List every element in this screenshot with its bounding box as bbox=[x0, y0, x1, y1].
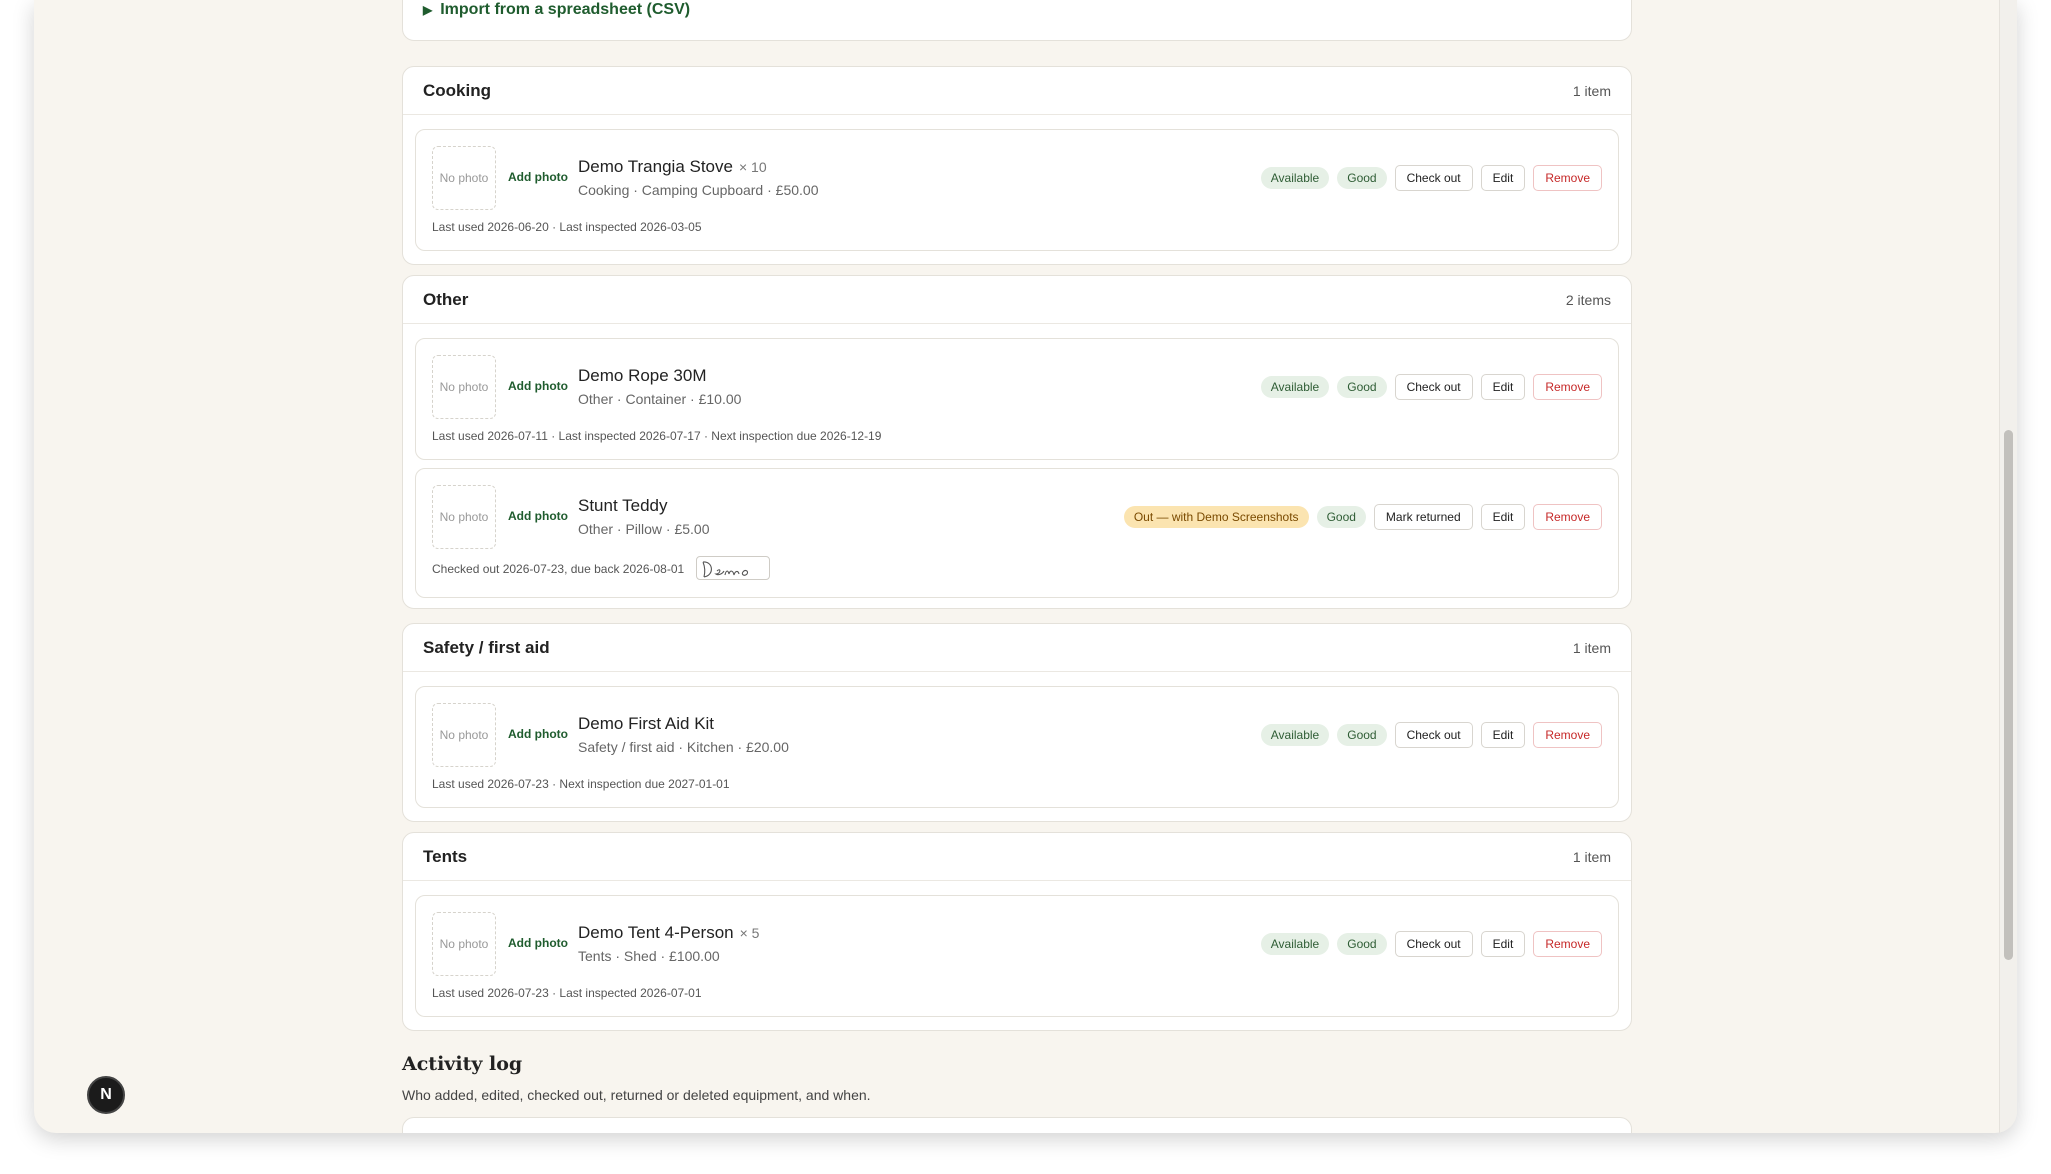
list-item: No photo Add photo Demo Rope 30M Other ·… bbox=[415, 338, 1619, 460]
add-photo-button[interactable]: Add photo bbox=[508, 936, 568, 950]
status-badge: Available bbox=[1260, 724, 1330, 746]
app-window: ▶ Import from a spreadsheet (CSV) Cooking… bbox=[34, 0, 2017, 1133]
item-name: Demo First Aid Kit bbox=[578, 714, 715, 733]
csv-import-card: ▶ Import from a spreadsheet (CSV) bbox=[402, 0, 1632, 41]
item-usage-info: Last used 2026-06-20 · Last inspected 20… bbox=[432, 220, 702, 234]
check-out-button[interactable]: Check out bbox=[1394, 931, 1473, 957]
section-title: Other bbox=[423, 289, 469, 309]
remove-button[interactable]: Remove bbox=[1533, 504, 1602, 530]
section-other: Other 2 items No photo Add photo Demo Ro… bbox=[402, 275, 1632, 609]
condition-badge: Good bbox=[1337, 167, 1387, 189]
photo-placeholder: No photo bbox=[432, 703, 496, 767]
photo-placeholder: No photo bbox=[432, 146, 496, 210]
add-photo-button[interactable]: Add photo bbox=[508, 170, 568, 184]
section-count: 1 item bbox=[1572, 639, 1611, 656]
scrollbar[interactable] bbox=[1999, 0, 2017, 1133]
item-name: Demo Trangia Stove bbox=[578, 157, 733, 176]
add-photo-button[interactable]: Add photo bbox=[508, 509, 568, 523]
photo-placeholder: No photo bbox=[432, 485, 496, 549]
item-name: Demo Tent 4-Person bbox=[578, 923, 734, 942]
condition-badge: Good bbox=[1316, 506, 1366, 528]
list-item: No photo Add photo Demo First Aid Kit Sa… bbox=[415, 686, 1619, 808]
item-meta: Other · Container · £10.00 bbox=[578, 391, 742, 407]
item-meta: Tents · Shed · £100.00 bbox=[578, 948, 720, 964]
signature-image bbox=[695, 556, 770, 580]
activity-log-subtitle: Who added, edited, checked out, returned… bbox=[402, 1087, 871, 1103]
checkout-info: Checked out 2026-07-23, due back 2026-08… bbox=[432, 562, 685, 577]
edit-button[interactable]: Edit bbox=[1480, 504, 1526, 530]
remove-button[interactable]: Remove bbox=[1533, 722, 1602, 748]
section-count: 2 items bbox=[1565, 291, 1611, 308]
dev-tools-badge[interactable]: N bbox=[87, 1076, 125, 1114]
section-tents: Tents 1 item No photo Add photo Demo Ten… bbox=[402, 832, 1632, 1031]
section-cooking: Cooking 1 item No photo Add photo Demo T… bbox=[402, 66, 1632, 265]
add-photo-button[interactable]: Add photo bbox=[508, 727, 568, 741]
section-safety-first-aid: Safety / first aid 1 item No photo Add p… bbox=[402, 623, 1632, 822]
disclosure-triangle-icon: ▶ bbox=[423, 3, 433, 17]
item-quantity: × 10 bbox=[738, 159, 767, 175]
add-photo-button[interactable]: Add photo bbox=[508, 379, 568, 393]
mark-returned-button[interactable]: Mark returned bbox=[1373, 504, 1473, 530]
check-out-button[interactable]: Check out bbox=[1394, 374, 1473, 400]
scrollbar-thumb[interactable] bbox=[2004, 430, 2013, 960]
section-title: Cooking bbox=[423, 80, 491, 100]
item-usage-info: Last used 2026-07-11 · Last inspected 20… bbox=[432, 429, 882, 443]
check-out-button[interactable]: Check out bbox=[1394, 165, 1473, 191]
status-badge: Available bbox=[1260, 167, 1330, 189]
item-name: Demo Rope 30M bbox=[578, 366, 707, 385]
remove-button[interactable]: Remove bbox=[1533, 931, 1602, 957]
check-out-button[interactable]: Check out bbox=[1394, 722, 1473, 748]
csv-import-toggle[interactable]: ▶ Import from a spreadsheet (CSV) bbox=[423, 1, 690, 19]
remove-button[interactable]: Remove bbox=[1533, 374, 1602, 400]
photo-placeholder: No photo bbox=[432, 355, 496, 419]
item-meta: Safety / first aid · Kitchen · £20.00 bbox=[578, 739, 789, 755]
item-usage-info: Last used 2026-07-23 · Next inspection d… bbox=[432, 777, 730, 791]
list-item: No photo Add photo Stunt Teddy Other · P… bbox=[415, 468, 1619, 598]
section-count: 1 item bbox=[1572, 82, 1611, 99]
edit-button[interactable]: Edit bbox=[1480, 374, 1526, 400]
condition-badge: Good bbox=[1337, 933, 1387, 955]
condition-badge: Good bbox=[1337, 376, 1387, 398]
item-meta: Other · Pillow · £5.00 bbox=[578, 521, 710, 537]
item-name: Stunt Teddy bbox=[578, 496, 668, 515]
activity-log-title: Activity log bbox=[402, 1053, 523, 1075]
item-usage-info: Last used 2026-07-23 · Last inspected 20… bbox=[432, 986, 702, 1000]
status-badge: Available bbox=[1260, 376, 1330, 398]
section-title: Tents bbox=[423, 846, 468, 866]
csv-import-label: Import from a spreadsheet (CSV) bbox=[440, 1, 691, 18]
item-meta: Cooking · Camping Cupboard · £50.00 bbox=[578, 182, 819, 198]
activity-log-card bbox=[402, 1117, 1632, 1133]
item-quantity: × 5 bbox=[739, 925, 760, 941]
section-count: 1 item bbox=[1572, 848, 1611, 865]
remove-button[interactable]: Remove bbox=[1533, 165, 1602, 191]
edit-button[interactable]: Edit bbox=[1480, 931, 1526, 957]
list-item: No photo Add photo Demo Tent 4-Person × 5… bbox=[415, 895, 1619, 1017]
edit-button[interactable]: Edit bbox=[1480, 165, 1526, 191]
list-item: No photo Add photo Demo Trangia Stove × 1… bbox=[415, 129, 1619, 251]
condition-badge: Good bbox=[1337, 724, 1387, 746]
edit-button[interactable]: Edit bbox=[1480, 722, 1526, 748]
status-badge: Available bbox=[1260, 933, 1330, 955]
section-title: Safety / first aid bbox=[423, 637, 550, 657]
photo-placeholder: No photo bbox=[432, 912, 496, 976]
status-badge: Out — with Demo Screenshots bbox=[1123, 506, 1309, 528]
